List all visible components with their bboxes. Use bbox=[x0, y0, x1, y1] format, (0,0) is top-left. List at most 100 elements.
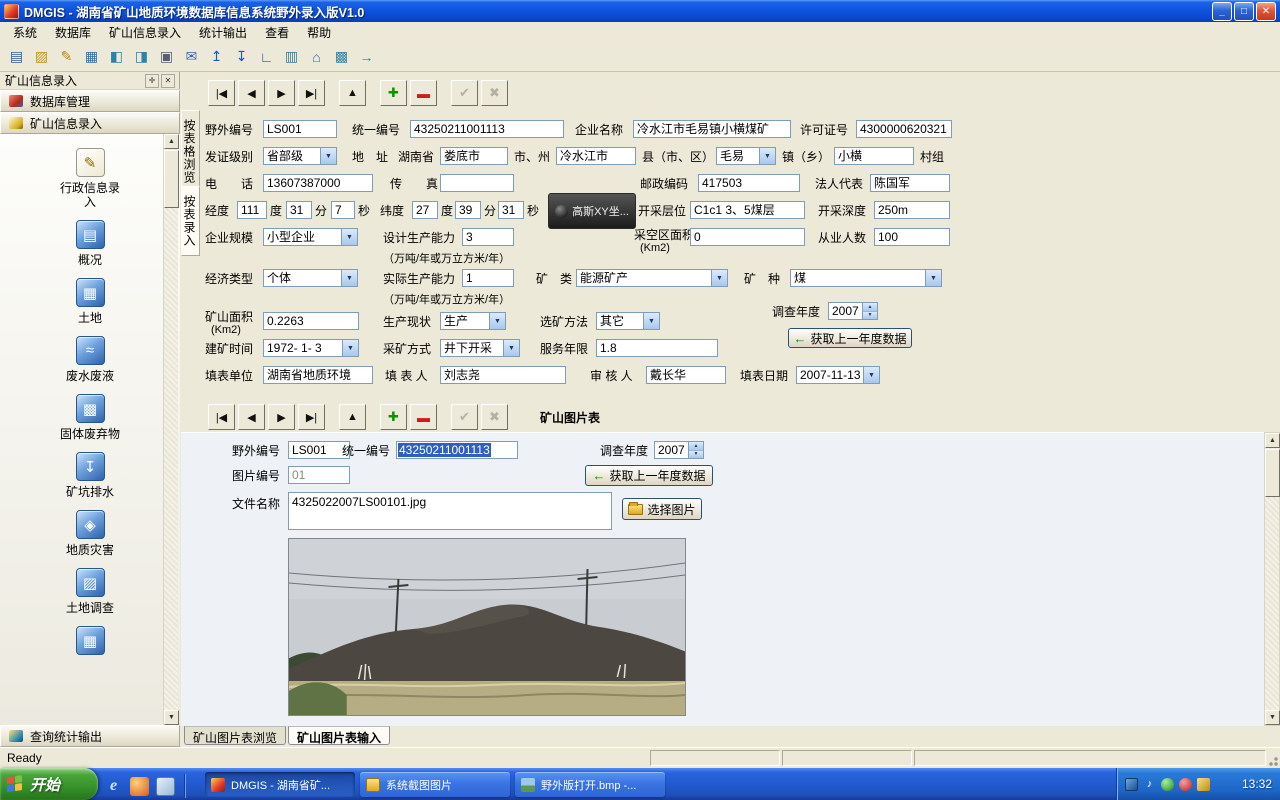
build-time-datepicker[interactable]: 1972- 1- 3 ▼ bbox=[263, 339, 359, 357]
add-record-button[interactable]: ✚ bbox=[380, 80, 407, 106]
post-record-button[interactable]: ✔ bbox=[451, 404, 478, 430]
chevron-down-icon[interactable]: ▼ bbox=[342, 340, 358, 356]
sidebar-scrollbar[interactable]: ▲ ▼ bbox=[163, 134, 178, 725]
sidebar-item-land-survey[interactable]: ▨ 土地调查 bbox=[57, 568, 123, 615]
next-record-button[interactable]: ▶ bbox=[268, 80, 295, 106]
sidebar-item-geo-hazard[interactable]: ◈ 地质灾害 bbox=[57, 510, 123, 557]
refresh-record-button[interactable]: ▲ bbox=[339, 404, 366, 430]
ie-icon[interactable]: e bbox=[104, 777, 123, 796]
print-icon[interactable]: ▣ bbox=[156, 46, 177, 67]
spin-up-icon[interactable]: ▲ bbox=[863, 303, 877, 312]
picture-scroll-thumb[interactable] bbox=[1265, 449, 1280, 497]
postcode-input[interactable]: 417503 bbox=[698, 174, 800, 192]
menu-help[interactable]: 帮助 bbox=[298, 22, 340, 43]
home-icon[interactable]: ⌂ bbox=[306, 46, 327, 67]
workers-input[interactable]: 100 bbox=[874, 228, 950, 246]
spin-up-icon[interactable]: ▲ bbox=[689, 442, 703, 451]
pic-fetch-previous-year-button[interactable]: ← 获取上一年度数据 bbox=[585, 465, 713, 486]
sidebar-item-land[interactable]: ▦ 土地 bbox=[57, 278, 123, 325]
lat-deg-input[interactable]: 27 bbox=[412, 201, 438, 219]
taskbar-task-screenshots-folder[interactable]: 系统截图图片 bbox=[360, 772, 510, 797]
chevron-down-icon[interactable]: ▼ bbox=[711, 270, 727, 286]
choose-picture-button[interactable]: 选择图片 bbox=[622, 498, 702, 520]
move-up-icon[interactable]: ↥ bbox=[206, 46, 227, 67]
open-icon[interactable]: ▨ bbox=[31, 46, 52, 67]
sidebar-item-pit-drainage[interactable]: ↧ 矿坑排水 bbox=[57, 452, 123, 499]
tab-picture-entry[interactable]: 矿山图片表输入 bbox=[288, 726, 390, 745]
last-record-button[interactable]: ▶| bbox=[298, 80, 325, 106]
survey-year-spinner[interactable]: 2007 ▲▼ bbox=[828, 302, 878, 320]
chevron-down-icon[interactable]: ▼ bbox=[341, 270, 357, 286]
cancel-record-button[interactable]: ✖ bbox=[481, 404, 508, 430]
paste-icon[interactable]: ◨ bbox=[131, 46, 152, 67]
chevron-down-icon[interactable]: ▼ bbox=[643, 313, 659, 329]
chevron-down-icon[interactable]: ▼ bbox=[759, 148, 775, 164]
next-record-button[interactable]: ▶ bbox=[268, 404, 295, 430]
actual-capacity-input[interactable]: 1 bbox=[462, 269, 514, 287]
start-button[interactable]: 开始 bbox=[0, 768, 98, 800]
design-capacity-input[interactable]: 3 bbox=[462, 228, 514, 246]
lat-sec-input[interactable]: 31 bbox=[498, 201, 524, 219]
save-icon[interactable]: ▦ bbox=[81, 46, 102, 67]
minimize-button[interactable]: _ bbox=[1212, 2, 1232, 21]
sidebar-item-wastewater[interactable]: ≈ 废水废液 bbox=[57, 336, 123, 383]
mine-area-input[interactable]: 0.2263 bbox=[263, 312, 359, 330]
mine-class-select[interactable]: 能源矿产 ▼ bbox=[576, 269, 728, 287]
menu-stats-output[interactable]: 统计输出 bbox=[190, 22, 256, 43]
mail-icon[interactable]: ✉ bbox=[181, 46, 202, 67]
lon-deg-input[interactable]: 111 bbox=[237, 201, 267, 219]
prev-record-button[interactable]: ◀ bbox=[238, 80, 265, 106]
scroll-up-icon[interactable]: ▲ bbox=[1265, 433, 1280, 448]
enterprise-name-input[interactable]: 冷水江市毛易镇小横煤矿 bbox=[633, 120, 791, 138]
copy-icon[interactable]: ◧ bbox=[106, 46, 127, 67]
table-icon[interactable]: ▥ bbox=[281, 46, 302, 67]
scroll-up-icon[interactable]: ▲ bbox=[164, 134, 179, 149]
fetch-previous-year-button[interactable]: ← 获取上一年度数据 bbox=[788, 328, 912, 348]
post-record-button[interactable]: ✔ bbox=[451, 80, 478, 106]
delete-record-button[interactable]: ▬ bbox=[410, 80, 437, 106]
map-icon[interactable]: ▩ bbox=[331, 46, 352, 67]
spin-down-icon[interactable]: ▼ bbox=[863, 312, 877, 320]
fax-input[interactable] bbox=[440, 174, 514, 192]
sidebar-item-solid-waste[interactable]: ▩ 固体废弃物 bbox=[57, 394, 123, 441]
unified-no-input[interactable]: 43250211001113 bbox=[410, 120, 564, 138]
maximize-button[interactable]: □ bbox=[1234, 2, 1254, 21]
lon-min-input[interactable]: 31 bbox=[286, 201, 312, 219]
economic-type-select[interactable]: 个体 ▼ bbox=[263, 269, 358, 287]
production-status-select[interactable]: 生产 ▼ bbox=[440, 312, 506, 330]
close-button[interactable]: ✕ bbox=[1256, 2, 1276, 21]
tab-table-browse[interactable]: 按表格浏览 bbox=[181, 110, 200, 193]
refresh-record-button[interactable]: ▲ bbox=[339, 80, 366, 106]
tab-picture-browse[interactable]: 矿山图片表浏览 bbox=[184, 726, 286, 745]
delete-record-button[interactable]: ▬ bbox=[410, 404, 437, 430]
chevron-down-icon[interactable]: ▼ bbox=[863, 367, 879, 383]
pic-unified-no-input[interactable]: 43250211001113 bbox=[396, 441, 518, 459]
measure-icon[interactable]: ∟ bbox=[256, 46, 277, 67]
pin-icon[interactable]: ✛ bbox=[145, 74, 159, 88]
pic-no-input[interactable]: 01 bbox=[288, 466, 350, 484]
fill-unit-input[interactable]: 湖南省地质环境 bbox=[263, 366, 373, 384]
chevron-down-icon[interactable]: ▼ bbox=[320, 148, 336, 164]
address-village-input[interactable]: 小横 bbox=[834, 147, 914, 165]
address-city-input[interactable]: 娄底市 bbox=[440, 147, 508, 165]
database-manage-button[interactable]: 数据库管理 bbox=[0, 90, 180, 112]
input-method-icon[interactable] bbox=[1197, 778, 1210, 791]
dressing-method-select[interactable]: 其它 ▼ bbox=[596, 312, 660, 330]
picture-panel-scrollbar[interactable]: ▲ ▼ bbox=[1264, 432, 1280, 726]
media-player-icon[interactable] bbox=[130, 777, 149, 796]
edit-icon[interactable]: ✎ bbox=[56, 46, 77, 67]
menu-mine-entry[interactable]: 矿山信息录入 bbox=[100, 22, 190, 43]
exit-icon[interactable]: → bbox=[356, 46, 377, 67]
menu-system[interactable]: 系统 bbox=[4, 22, 46, 43]
taskbar-task-bmp-viewer[interactable]: 野外版打开.bmp -... bbox=[515, 772, 665, 797]
sidebar-item-partial[interactable]: ▦ bbox=[57, 626, 123, 659]
first-record-button[interactable]: |◀ bbox=[208, 404, 235, 430]
taskbar-clock[interactable]: 13:32 bbox=[1242, 777, 1272, 791]
pic-field-no-input[interactable]: LS001 bbox=[288, 441, 350, 459]
gauss-xy-button[interactable]: 高斯XY坐... bbox=[548, 193, 636, 229]
lon-sec-input[interactable]: 7 bbox=[331, 201, 355, 219]
chevron-down-icon[interactable]: ▼ bbox=[489, 313, 505, 329]
phone-input[interactable]: 13607387000 bbox=[263, 174, 373, 192]
antivirus-icon[interactable] bbox=[1161, 778, 1174, 791]
service-years-input[interactable]: 1.8 bbox=[596, 339, 718, 357]
